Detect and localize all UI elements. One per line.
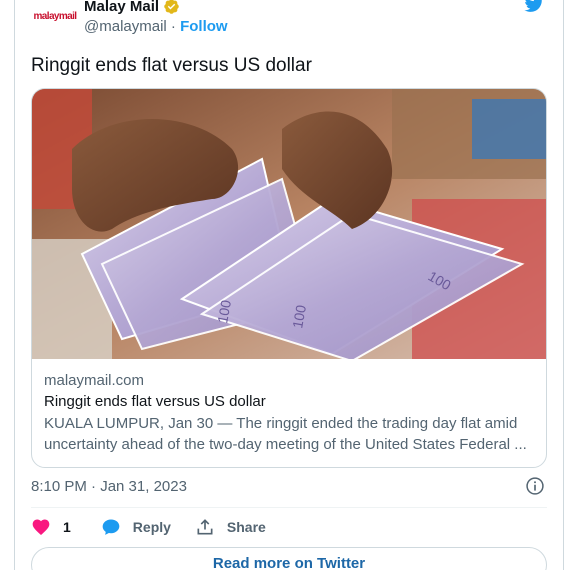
- link-domain: malaymail.com: [44, 372, 145, 389]
- author-handle[interactable]: @malaymail: [84, 18, 167, 35]
- like-count: 1: [63, 519, 71, 535]
- read-more-button[interactable]: Read more on Twitter: [31, 547, 547, 570]
- verified-badge-icon: [164, 0, 179, 14]
- tweet-timestamp[interactable]: 8:10 PM · Jan 31, 2023: [31, 478, 187, 495]
- avatar[interactable]: malaymail: [32, 4, 78, 28]
- link-title: Ringgit ends flat versus US dollar: [44, 393, 266, 410]
- share-button[interactable]: Share: [195, 517, 266, 537]
- share-label: Share: [226, 519, 266, 535]
- share-upload-icon: [197, 519, 213, 535]
- handle-row: @malaymail · Follow: [84, 18, 228, 35]
- reply-button[interactable]: Reply: [101, 517, 171, 537]
- banknotes-photo[interactable]: 100 100 100: [32, 89, 546, 359]
- separator-dot: ·: [170, 18, 176, 35]
- reply-bubble-icon: [102, 519, 120, 535]
- twitter-bird-icon[interactable]: [522, 0, 546, 14]
- link-meta: malaymail.com Ringgit ends flat versus U…: [32, 359, 546, 455]
- like-button[interactable]: 1: [31, 517, 71, 537]
- heart-icon: [32, 519, 50, 535]
- follow-button[interactable]: Follow: [180, 18, 228, 35]
- link-preview-card[interactable]: 100 100 100 malaymail.com Ringgit ends f…: [31, 88, 547, 468]
- avatar-logo-text: malaymail: [33, 10, 78, 22]
- tweet-text: Ringgit ends flat versus US dollar: [31, 55, 312, 76]
- action-bar: 1 Reply Share: [31, 515, 266, 539]
- divider: [31, 507, 547, 508]
- link-description-line-1: KUALA LUMPUR, Jan 30 — The ringgit ended…: [44, 415, 518, 432]
- info-icon[interactable]: [525, 476, 545, 496]
- author-display-name[interactable]: Malay Mail: [84, 0, 159, 15]
- author-name-row[interactable]: Malay Mail: [84, 0, 180, 15]
- link-description-line-2: uncertainty ahead of the two-day meeting…: [44, 436, 527, 453]
- reply-label: Reply: [132, 519, 171, 535]
